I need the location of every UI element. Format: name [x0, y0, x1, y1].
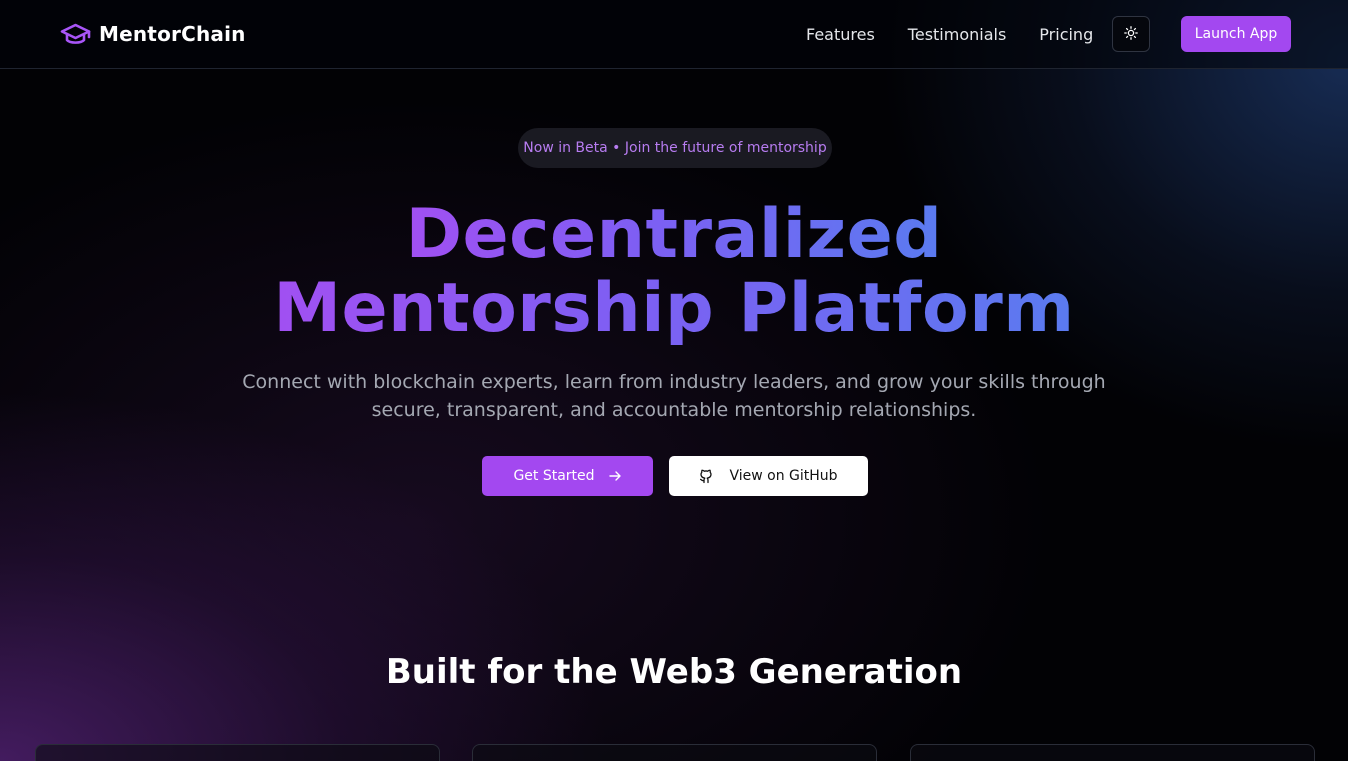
view-on-github-button[interactable]: View on GitHub: [669, 456, 868, 496]
nav-links: Features Testimonials Pricing: [806, 0, 1126, 68]
launch-app-button[interactable]: Launch App: [1181, 16, 1291, 52]
nav-link-features[interactable]: Features: [806, 25, 875, 44]
get-started-label: Get Started: [513, 468, 595, 484]
brand-name: MentorChain: [99, 22, 246, 46]
headline-line-2: Mentorship Platform: [273, 269, 1075, 348]
hero-subtext: Connect with blockchain experts, learn f…: [242, 371, 1106, 421]
feature-card: [910, 744, 1315, 761]
headline-line-1: Decentralized: [405, 195, 943, 274]
sun-icon: [1124, 25, 1138, 44]
features-section-title: Built for the Web3 Generation: [385, 652, 963, 692]
hero-headline: Decentralized Mentorship Platform: [0, 198, 1348, 346]
github-icon: [699, 468, 713, 484]
theme-toggle-button[interactable]: [1112, 16, 1150, 52]
view-on-github-label: View on GitHub: [729, 468, 838, 484]
brand[interactable]: MentorChain: [60, 20, 246, 48]
beta-badge: Now in Beta • Join the future of mentors…: [518, 128, 832, 168]
top-navbar: MentorChain Features Testimonials Pricin…: [0, 0, 1348, 69]
feature-card: [472, 744, 877, 761]
arrow-right-icon: [608, 470, 622, 482]
nav-link-testimonials[interactable]: Testimonials: [908, 25, 1007, 44]
graduation-cap-icon: [60, 20, 91, 48]
nav-link-pricing[interactable]: Pricing: [1039, 25, 1093, 44]
feature-card: [35, 744, 440, 761]
get-started-button[interactable]: Get Started: [482, 456, 653, 496]
